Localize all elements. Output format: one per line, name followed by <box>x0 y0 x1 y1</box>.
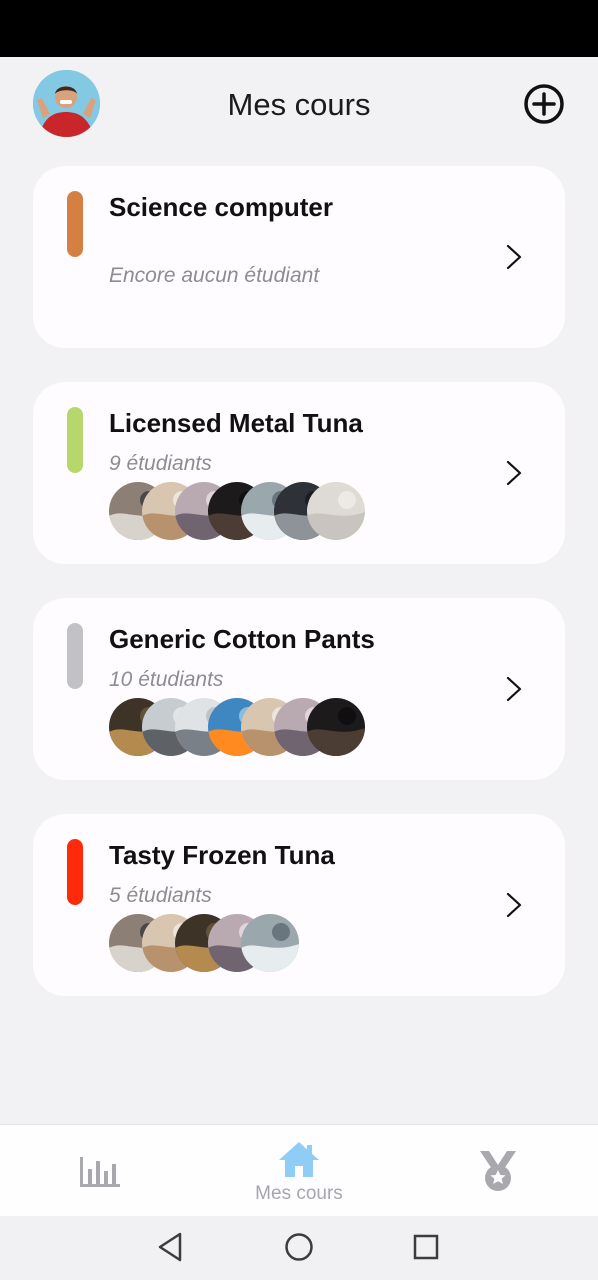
student-count: 9 étudiants <box>109 452 212 475</box>
course-card[interactable]: Science computer Encore aucun étudiant <box>33 166 565 348</box>
chevron-right-icon <box>506 892 522 918</box>
course-color-bar <box>67 839 83 905</box>
chevron-right-icon <box>506 460 522 486</box>
back-triangle-icon <box>158 1232 182 1262</box>
recent-square-icon <box>413 1234 439 1260</box>
student-avatar <box>307 482 365 540</box>
course-color-bar <box>67 407 83 473</box>
course-card[interactable]: Tasty Frozen Tuna 5 étudiants <box>33 814 565 996</box>
status-bar <box>0 0 598 57</box>
student-count: 5 étudiants <box>109 884 212 907</box>
home-icon <box>279 1142 319 1177</box>
chevron-right-icon <box>506 676 522 702</box>
nav-badges-tab[interactable] <box>476 1149 520 1193</box>
header: Mes cours <box>0 57 598 157</box>
course-color-bar <box>67 623 83 689</box>
add-course-button[interactable] <box>523 83 565 125</box>
student-avatar <box>307 698 365 756</box>
course-title: Licensed Metal Tuna <box>109 408 363 438</box>
system-back-button[interactable] <box>156 1231 186 1263</box>
course-color-bar <box>67 191 83 257</box>
chevron-right-icon <box>506 244 522 270</box>
course-card[interactable]: Generic Cotton Pants 10 étudiants <box>33 598 565 780</box>
bottom-nav: Mes cours <box>0 1124 598 1216</box>
home-circle-icon <box>285 1233 313 1261</box>
nav-home-tab[interactable] <box>276 1139 322 1179</box>
student-count: 10 étudiants <box>109 668 224 691</box>
system-home-button[interactable] <box>284 1232 314 1262</box>
medal-icon <box>480 1151 516 1191</box>
course-card[interactable]: Licensed Metal Tuna 9 étudiants <box>33 382 565 564</box>
page-title: Mes cours <box>227 87 371 122</box>
system-nav-bar <box>0 1216 598 1280</box>
course-title: Generic Cotton Pants <box>109 624 375 654</box>
student-count: Encore aucun étudiant <box>109 264 320 287</box>
system-recent-button[interactable] <box>412 1233 440 1261</box>
course-title: Tasty Frozen Tuna <box>109 840 335 870</box>
course-title: Science computer <box>109 192 333 222</box>
student-avatar <box>241 914 299 972</box>
plus-circle-icon <box>524 84 564 124</box>
